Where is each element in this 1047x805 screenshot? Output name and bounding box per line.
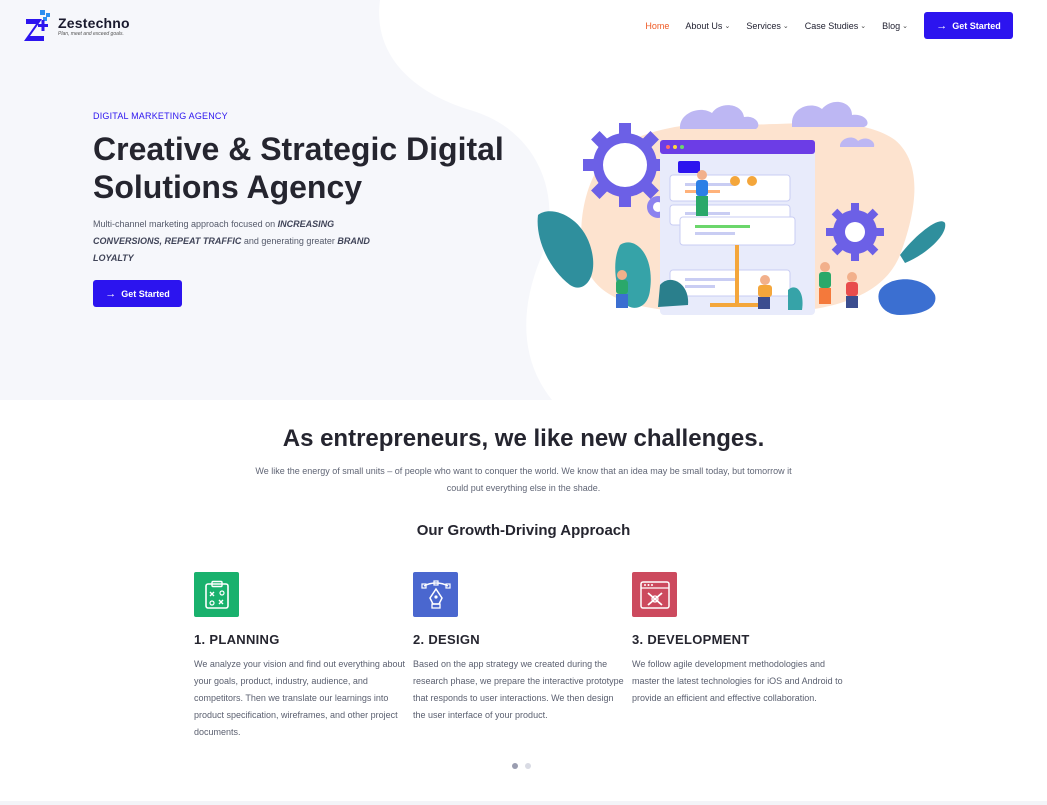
site-header: Zestechno Plan, meet and exceed goals. H… — [0, 0, 1047, 52]
section-divider — [0, 801, 1047, 805]
step-title: 2. DESIGN — [413, 632, 480, 647]
carousel-pagination — [512, 763, 538, 769]
step-text: Based on the app strategy we created dur… — [413, 659, 624, 720]
hero-get-started-button[interactable]: → Get Started — [93, 280, 182, 307]
step-card-planning: 1. PLANNING We analyze your vision and f… — [194, 572, 409, 741]
carousel-dot-2[interactable] — [525, 763, 531, 769]
step-text: We follow agile development methodologie… — [632, 659, 843, 703]
nav-item-label: Home — [645, 20, 670, 31]
chevron-down-icon: ⌄ — [724, 22, 731, 30]
arrow-right-icon: → — [105, 287, 117, 300]
hero-eyebrow: DIGITAL MARKETING AGENCY — [93, 111, 228, 121]
step-title: 3. DEVELOPMENT — [632, 632, 750, 647]
brand-name: Zestechno — [58, 15, 130, 31]
hero-desc-text-2: and generating greater — [241, 236, 338, 246]
hero-description: Multi-channel marketing approach focused… — [93, 216, 393, 267]
approach-title: Our Growth-Driving Approach — [416, 522, 631, 539]
hero-desc-text-1: Multi-channel marketing approach focused… — [93, 219, 278, 229]
main-nav: Home About Us ⌄ Services ⌄ Case Studies … — [645, 12, 1013, 39]
browser-tools-icon — [632, 572, 677, 617]
chevron-down-icon: ⌄ — [860, 22, 867, 30]
header-get-started-button[interactable]: → Get Started — [924, 12, 1013, 39]
step-card-design: 2. DESIGN Based on the app strategy we c… — [413, 572, 628, 724]
hero-title-line-2: Solutions Agency — [93, 169, 363, 205]
nav-item-about-us[interactable]: About Us ⌄ — [685, 21, 730, 31]
nav-item-label: Case Studies — [804, 20, 859, 31]
step-text: We analyze your vision and find out ever… — [194, 659, 405, 737]
brand-text: Zestechno Plan, meet and exceed goals. — [58, 15, 130, 37]
header-get-started-label: Get Started — [952, 20, 1001, 31]
nav-item-services[interactable]: Services ⌄ — [746, 21, 788, 31]
chevron-down-icon: ⌄ — [782, 22, 789, 30]
nav-item-home[interactable]: Home — [645, 21, 669, 31]
hero-illustration — [537, 101, 946, 315]
hero-title: Creative & Strategic Digital Solutions A… — [93, 130, 543, 206]
brand-logo[interactable]: Zestechno Plan, meet and exceed goals. — [24, 10, 130, 42]
clipboard-strategy-icon — [194, 572, 239, 617]
intro-description: We like the energy of small units – of p… — [255, 466, 792, 493]
hero-section: DIGITAL MARKETING AGENCY Creative & Stra… — [0, 0, 1047, 400]
nav-item-label: Services — [746, 20, 781, 31]
nav-item-blog[interactable]: Blog ⌄ — [882, 21, 908, 31]
step-title: 1. PLANNING — [194, 632, 280, 647]
intro-title: As entrepreneurs, we like new challenges… — [282, 425, 765, 452]
brand-tagline: Plan, meet and exceed goals. — [58, 31, 124, 37]
hero-title-line-1: Creative & Strategic Digital — [93, 131, 504, 167]
nav-item-case-studies[interactable]: Case Studies ⌄ — [805, 21, 866, 31]
pen-tool-icon — [413, 572, 458, 617]
carousel-dot-1[interactable] — [512, 763, 518, 769]
nav-item-label: About Us — [685, 20, 723, 31]
hero-get-started-label: Get Started — [121, 288, 170, 299]
zestechno-logo-icon — [24, 10, 50, 41]
arrow-right-icon: → — [936, 19, 948, 32]
step-card-development: 3. DEVELOPMENT We follow agile developme… — [632, 572, 847, 707]
nav-item-label: Blog — [882, 20, 901, 31]
chevron-down-icon: ⌄ — [902, 22, 908, 30]
